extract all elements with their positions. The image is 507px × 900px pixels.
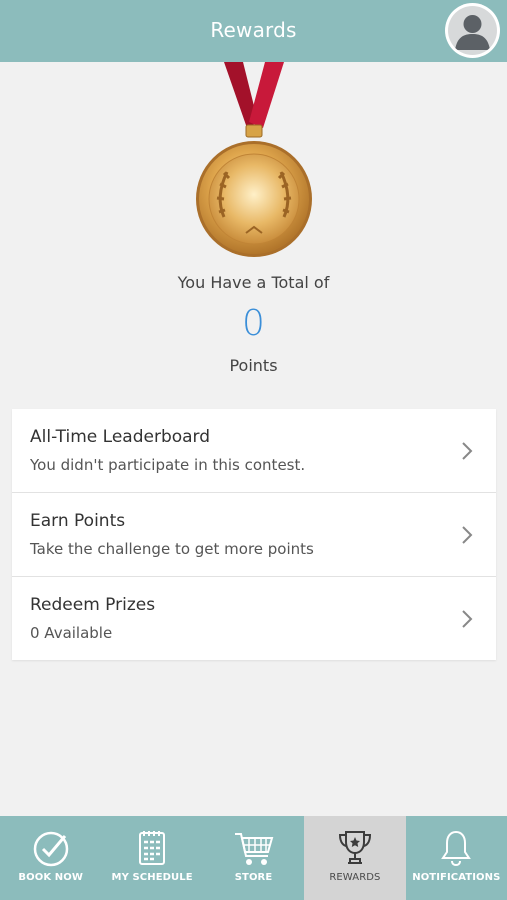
menu-item-title: All-Time Leaderboard bbox=[30, 427, 211, 447]
bottom-tab-bar: BOOK NOW MY SCHEDULE STORE REWARDS NOTIF… bbox=[0, 816, 507, 900]
tab-my-schedule[interactable]: MY SCHEDULE bbox=[101, 816, 202, 900]
menu-item-leaderboard[interactable]: All-Time Leaderboard You didn't particip… bbox=[12, 409, 496, 493]
app-header: Rewards bbox=[0, 0, 507, 62]
tab-label: BOOK NOW bbox=[18, 872, 83, 883]
menu-item-title: Earn Points bbox=[30, 511, 126, 531]
points-value: 0 bbox=[242, 303, 265, 344]
menu-item-redeem-prizes[interactable]: Redeem Prizes 0 Available bbox=[12, 577, 496, 661]
menu-item-subtitle: You didn't participate in this contest. bbox=[30, 456, 306, 474]
avatar[interactable] bbox=[445, 3, 500, 58]
tab-label: NOTIFICATIONS bbox=[412, 872, 501, 883]
tab-label: STORE bbox=[234, 872, 273, 883]
menu-item-earn-points[interactable]: Earn Points Take the challenge to get mo… bbox=[12, 493, 496, 577]
trophy-icon bbox=[338, 831, 371, 864]
tab-book-now[interactable]: BOOK NOW bbox=[0, 816, 101, 900]
rewards-menu: All-Time Leaderboard You didn't particip… bbox=[12, 409, 496, 660]
chevron-right-icon bbox=[462, 526, 473, 544]
cart-icon bbox=[234, 833, 273, 865]
calendar-icon bbox=[139, 831, 166, 865]
menu-item-subtitle: 0 Available bbox=[30, 624, 113, 642]
page-title: Rewards bbox=[210, 18, 297, 42]
bell-icon bbox=[441, 830, 472, 867]
tab-notifications[interactable]: NOTIFICATIONS bbox=[406, 816, 507, 900]
menu-item-subtitle: Take the challenge to get more points bbox=[30, 540, 314, 558]
tab-rewards[interactable]: REWARDS bbox=[304, 816, 406, 900]
points-label: Points bbox=[229, 356, 278, 375]
total-label: You Have a Total of bbox=[177, 273, 330, 292]
medal-icon bbox=[191, 62, 317, 262]
user-icon bbox=[448, 6, 497, 55]
tab-label: MY SCHEDULE bbox=[111, 872, 193, 883]
tab-label: REWARDS bbox=[329, 872, 381, 883]
tab-store[interactable]: STORE bbox=[203, 816, 304, 900]
check-circle-icon bbox=[33, 831, 68, 867]
menu-item-title: Redeem Prizes bbox=[30, 595, 156, 615]
chevron-right-icon bbox=[462, 442, 473, 460]
chevron-right-icon bbox=[462, 610, 473, 628]
